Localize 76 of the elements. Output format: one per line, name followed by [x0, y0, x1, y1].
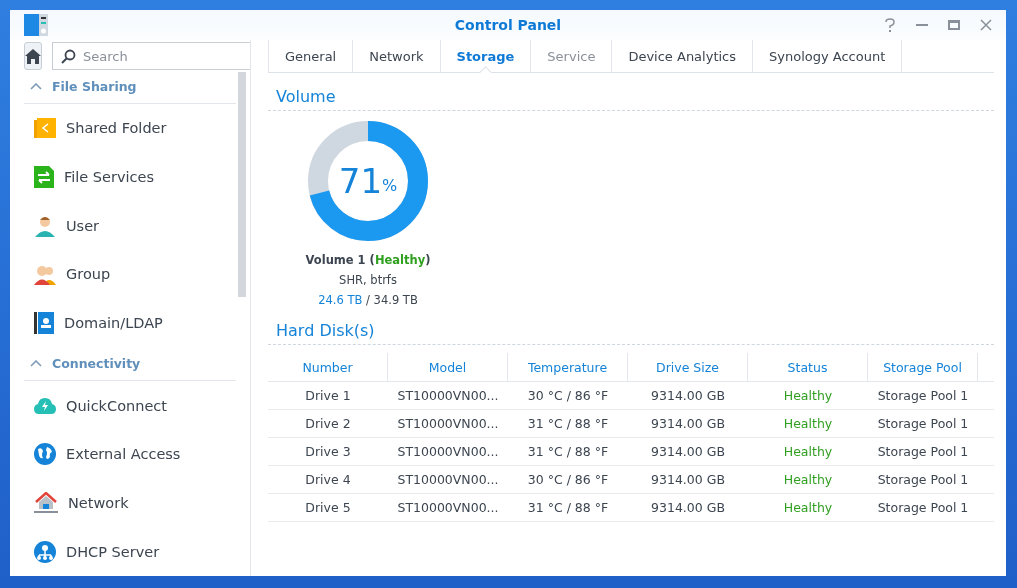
scrollbar[interactable]: [238, 72, 246, 297]
table-cell: 9314.00 GB: [628, 466, 748, 494]
table-cell: ST10000VN00...: [388, 494, 508, 522]
table-cell: Drive 1: [268, 382, 388, 410]
table-cell: Healthy: [748, 466, 868, 494]
filesystem-label: SHR, btrfs: [339, 273, 397, 287]
sidebar-item[interactable]: QuickConnect: [10, 381, 250, 431]
table-cell: ST10000VN00...: [388, 438, 508, 466]
column-header[interactable]: Drive Size: [628, 353, 748, 382]
sidebar-item[interactable]: DHCP Server: [10, 527, 250, 576]
table-cell: Storage Pool 1: [868, 438, 978, 466]
sidebar-item[interactable]: File Services: [10, 152, 250, 202]
table-cell: ST10000VN00...: [388, 466, 508, 494]
table-cell: 9314.00 GB: [628, 410, 748, 438]
house-network-icon: [34, 492, 58, 515]
file-transfer-icon: [34, 166, 54, 189]
table-cell: 30 °C / 86 °F: [508, 382, 628, 410]
section-heading: Hard Disk(s): [268, 307, 994, 345]
tab[interactable]: Device Analytics: [612, 40, 753, 72]
user-icon: [34, 214, 56, 237]
usage-percent: 71: [338, 161, 383, 201]
table-cell: 31 °C / 88 °F: [508, 410, 628, 438]
sidebar-item[interactable]: Shared Folder: [10, 104, 250, 153]
tab[interactable]: Storage: [440, 40, 532, 72]
close-icon[interactable]: [980, 19, 992, 31]
home-icon: [25, 48, 41, 64]
table-cell: ST10000VN00...: [388, 382, 508, 410]
table-cell: 31 °C / 88 °F: [508, 438, 628, 466]
table-cell: Healthy: [748, 438, 868, 466]
column-header[interactable]: Status: [748, 353, 868, 382]
table-cell: Drive 4: [268, 466, 388, 494]
table-cell: Healthy: [748, 494, 868, 522]
group-icon: [34, 263, 56, 286]
sidebar-item[interactable]: External Access: [10, 430, 250, 479]
sidebar-item[interactable]: Domain/LDAP: [10, 298, 250, 348]
shared-folder-icon: [34, 118, 56, 139]
maximize-icon[interactable]: [948, 20, 960, 30]
section-heading: Volume: [268, 73, 994, 111]
percent-sign: %: [382, 175, 398, 195]
table-cell: Storage Pool 1: [868, 494, 978, 522]
table-cell: 9314.00 GB: [628, 494, 748, 522]
column-header[interactable]: Storage Pool: [868, 353, 978, 382]
tab[interactable]: Network: [353, 40, 441, 72]
search-icon: [61, 49, 76, 64]
table-cell: Storage Pool 1: [868, 410, 978, 438]
table-cell: 9314.00 GB: [628, 382, 748, 410]
table-cell: Healthy: [748, 382, 868, 410]
cloud-icon: [34, 396, 56, 415]
sidebar-item[interactable]: Group: [10, 250, 250, 299]
column-header[interactable]: Temperature: [508, 353, 628, 382]
tab[interactable]: General: [268, 40, 354, 72]
table-cell: 30 °C / 86 °F: [508, 466, 628, 494]
dhcp-server-icon: [34, 540, 56, 563]
table-cell: Drive 2: [268, 410, 388, 438]
volume-label: Volume 1 (Healthy): [305, 253, 431, 267]
table-cell: Storage Pool 1: [868, 466, 978, 494]
table-cell: 31 °C / 88 °F: [508, 494, 628, 522]
sidebar-item[interactable]: User: [10, 201, 250, 251]
table-cell: 9314.00 GB: [628, 438, 748, 466]
tab[interactable]: Synology Account: [753, 40, 903, 72]
window-title: Control Panel: [454, 17, 562, 33]
globe-icon: [34, 443, 56, 466]
table-cell: Healthy: [748, 410, 868, 438]
control-panel-icon: [24, 14, 48, 36]
help-icon[interactable]: [884, 18, 896, 32]
table-cell: Drive 5: [268, 494, 388, 522]
column-header[interactable]: Model: [388, 353, 508, 382]
domain-icon: [34, 312, 54, 335]
table-cell: Storage Pool 1: [868, 382, 978, 410]
column-header[interactable]: Number: [268, 353, 388, 382]
sidebar-item[interactable]: Network: [10, 478, 250, 528]
table-cell: ST10000VN00...: [388, 410, 508, 438]
table-cell: Drive 3: [268, 438, 388, 466]
capacity-label: 24.6 TB / 34.9 TB: [318, 293, 418, 307]
search-field[interactable]: Search: [52, 42, 250, 70]
home-button[interactable]: [24, 42, 42, 70]
